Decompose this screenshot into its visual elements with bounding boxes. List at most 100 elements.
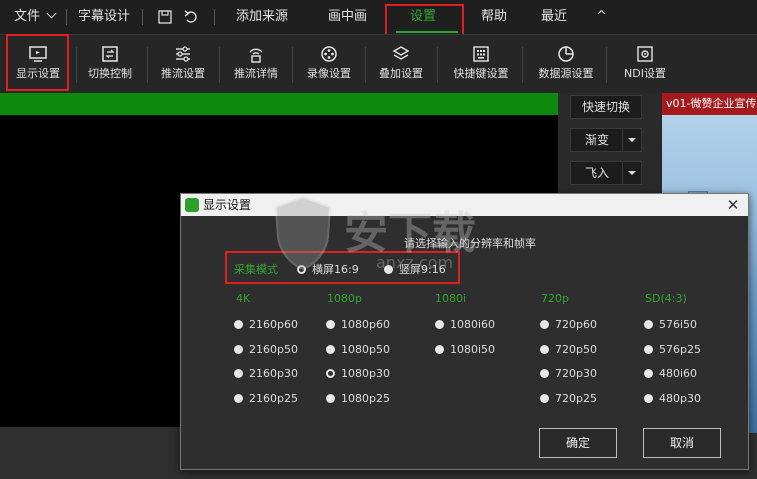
radio-icon — [540, 319, 549, 329]
resolution-radio[interactable]: 1080p50 — [326, 343, 390, 356]
transition-select-2[interactable]: 飞入 — [570, 161, 642, 185]
resolution-radio[interactable]: 480i60 — [644, 367, 697, 380]
radio-icon — [644, 368, 653, 378]
column-header-1080p: 1080p — [327, 292, 362, 305]
tool-datasource-settings[interactable]: 数据源设置 — [533, 39, 599, 89]
ok-button[interactable]: 确定 — [539, 428, 617, 458]
radio-icon — [435, 344, 444, 354]
menu-file-label: 文件 — [14, 9, 41, 24]
tool-label: 推流详情 — [234, 67, 278, 80]
radio-icon — [234, 344, 243, 354]
radio-icon — [326, 319, 335, 329]
radio-icon — [326, 368, 335, 378]
collapse-icon[interactable]: ^ — [596, 0, 607, 34]
column-header-720p: 720p — [541, 292, 569, 305]
column-header-4k: 4K — [236, 292, 251, 305]
menu-divider — [142, 9, 143, 25]
resolution-radio[interactable]: 720p30 — [540, 367, 597, 380]
app-logo-icon — [185, 198, 199, 212]
tool-label: 推流设置 — [161, 67, 205, 80]
tool-record-settings[interactable]: 录像设置 — [296, 39, 362, 89]
resolution-radio[interactable]: 720p25 — [540, 392, 597, 405]
tool-hotkey-settings[interactable]: 快捷键设置 — [448, 39, 514, 89]
save-icon[interactable] — [156, 8, 174, 26]
quick-switch-button[interactable]: 快速切换 — [570, 95, 642, 119]
tool-label: 切换控制 — [88, 67, 132, 80]
resolution-radio[interactable]: 480p30 — [644, 392, 701, 405]
toolbar-divider — [437, 47, 438, 83]
resolution-radio[interactable]: 1080p60 — [326, 318, 390, 331]
broadcast-icon — [249, 48, 263, 63]
radio-icon — [540, 393, 549, 403]
toolbar-divider — [522, 47, 523, 83]
radio-label: 720p25 — [555, 392, 597, 405]
program-status-bar — [0, 93, 558, 115]
menu-divider — [214, 9, 215, 25]
radio-icon — [644, 344, 653, 354]
resolution-radio[interactable]: 576p25 — [644, 343, 701, 356]
tool-stream-details[interactable]: 推流详情 — [223, 39, 289, 89]
radio-label: 576i50 — [659, 318, 698, 331]
radio-icon — [234, 368, 243, 378]
pie-icon — [558, 46, 574, 62]
resolution-radio[interactable]: 720p60 — [540, 318, 597, 331]
radio-icon — [435, 319, 444, 329]
transition-select-1[interactable]: 渐变 — [570, 128, 642, 152]
toolbar-divider — [292, 47, 293, 83]
resolution-radio[interactable]: 1080i50 — [435, 343, 495, 356]
resolution-radio[interactable]: 1080p25 — [326, 392, 390, 405]
menu-recent[interactable]: 最近 — [541, 0, 567, 34]
menu-divider — [66, 9, 67, 25]
radio-label: 1080p50 — [341, 343, 390, 356]
resolution-radio[interactable]: 720p50 — [540, 343, 597, 356]
column-header-sd: SD(4:3) — [645, 292, 687, 305]
tool-overlay-settings[interactable]: 叠加设置 — [368, 39, 434, 89]
tool-switch-control[interactable]: 切换控制 — [77, 39, 143, 89]
radio-label: 2160p50 — [249, 343, 298, 356]
resolution-radio[interactable]: 2160p25 — [234, 392, 298, 405]
chevron-down-icon — [622, 129, 641, 151]
layers-icon — [392, 46, 410, 60]
radio-label: 1080p60 — [341, 318, 390, 331]
radio-label: 576p25 — [659, 343, 701, 356]
resolution-radio-selected[interactable]: 1080p30 — [326, 367, 390, 380]
cancel-button[interactable]: 取消 — [643, 428, 721, 458]
radio-icon — [326, 344, 335, 354]
resolution-radio[interactable]: 1080i60 — [435, 318, 495, 331]
resolution-radio[interactable]: 2160p50 — [234, 343, 298, 356]
radio-label: 480i60 — [659, 367, 698, 380]
shield-icon — [274, 195, 332, 271]
tool-stream-settings[interactable]: 推流设置 — [150, 39, 216, 89]
tool-ndi-settings[interactable]: NDI设置 — [612, 39, 678, 89]
radio-label: 720p60 — [555, 318, 597, 331]
radio-label: 480p30 — [659, 392, 701, 405]
transition-select-value: 飞入 — [584, 166, 609, 180]
toolbar: 显示设置 切换控制 推流设置 推流详情 录像设置 叠加设置 快捷键设置 数据源设… — [0, 34, 757, 93]
toolbar-divider — [365, 47, 366, 83]
menu-subtitle-design[interactable]: 字幕设计 — [78, 0, 130, 34]
menu-help[interactable]: 帮助 — [481, 0, 507, 34]
resolution-radio[interactable]: 2160p30 — [234, 367, 298, 380]
radio-icon — [644, 393, 653, 403]
radio-label: 2160p25 — [249, 392, 298, 405]
undo-icon[interactable] — [182, 8, 200, 26]
toolbar-divider — [219, 47, 220, 83]
menu-add-source[interactable]: 添加来源 — [236, 0, 288, 34]
sliders-icon — [176, 46, 190, 62]
watermark-subtext: anxz.com — [376, 253, 454, 272]
menu-pip[interactable]: 画中画 — [328, 0, 367, 34]
site-watermark: 安下载 anxz.com — [268, 193, 488, 283]
radio-icon — [540, 368, 549, 378]
resolution-radio[interactable]: 2160p60 — [234, 318, 298, 331]
resolution-radio[interactable]: 576i50 — [644, 318, 697, 331]
tool-label: 叠加设置 — [379, 67, 423, 80]
toolbar-divider — [147, 47, 148, 83]
chevron-down-icon — [622, 162, 641, 184]
close-icon[interactable]: ✕ — [724, 196, 742, 214]
tool-label: 快捷键设置 — [453, 67, 509, 80]
radio-icon — [540, 344, 549, 354]
radio-label: 1080p25 — [341, 392, 390, 405]
radio-label: 2160p30 — [249, 367, 298, 380]
radio-icon — [234, 393, 243, 403]
menu-file[interactable]: 文件 — [14, 0, 57, 34]
